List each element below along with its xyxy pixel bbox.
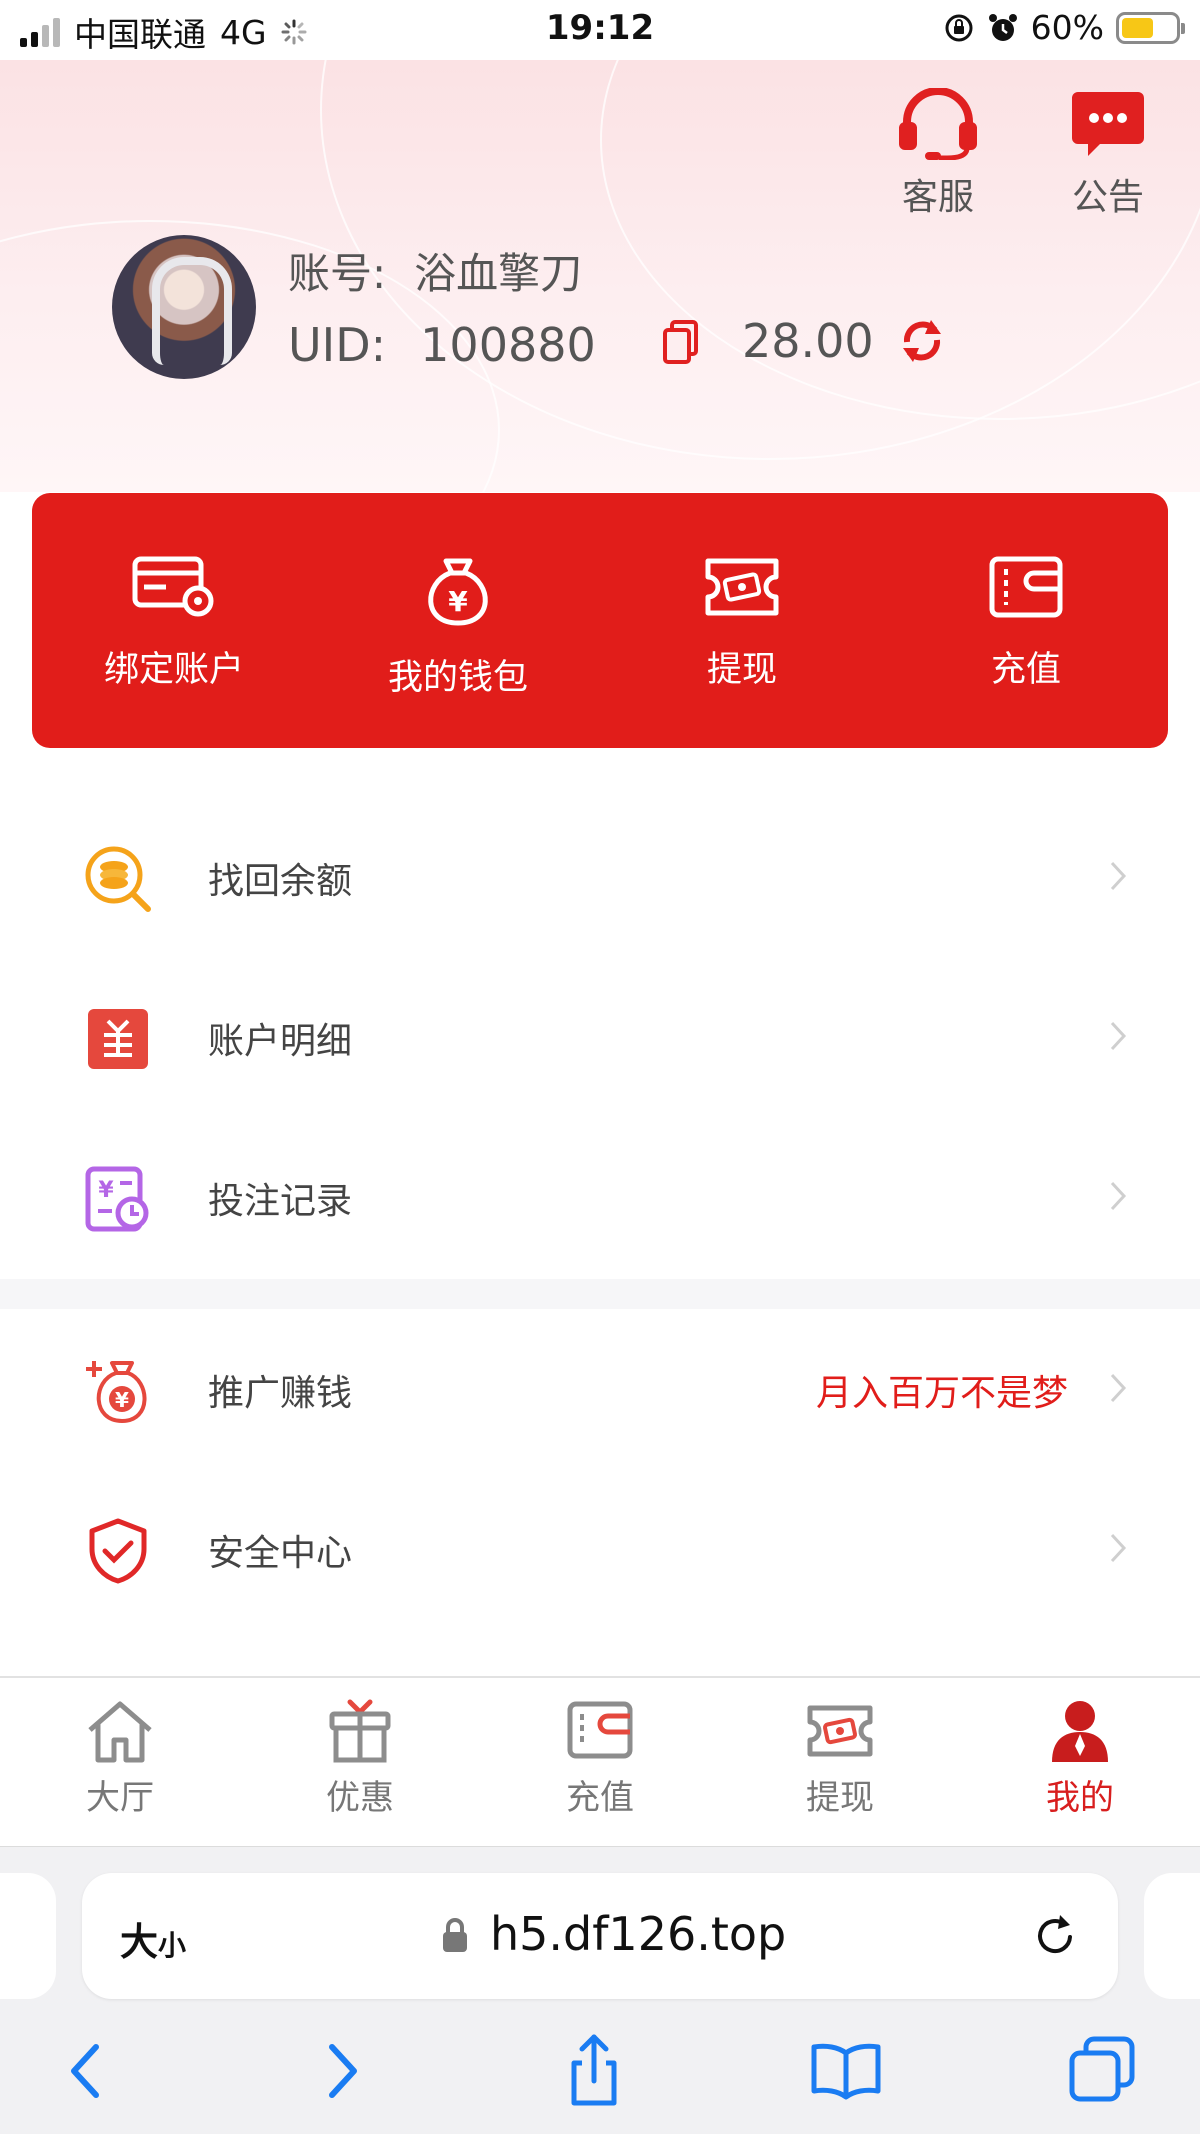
customer-service-label: 客服 [901,177,974,218]
previous-tab-preview[interactable] [0,1873,56,1999]
uid-row: UID: 100880 [288,318,596,372]
my-wallet-label: 我的钱包 [387,658,528,698]
nav-label: 我的 [1046,1778,1114,1818]
svg-text:¥: ¥ [115,1388,129,1412]
svg-text:¥: ¥ [448,585,468,618]
address-bar[interactable]: 大小 h5.df126.top [82,1873,1118,1999]
gift-icon [329,1699,391,1763]
headset-icon [899,87,977,161]
refresh-icon[interactable] [897,316,947,366]
status-bar: 中国联通 4G 19:12 60% [0,0,1200,60]
quick-actions-card: 绑定账户 ¥ 我的钱包 提现 充值 [32,493,1168,748]
section-divider [0,1279,1200,1309]
nav-item-lobby[interactable]: 大厅 [0,1678,240,1846]
browser-toolbar [0,2031,1200,2121]
battery-fill [1122,17,1153,38]
coin-search-icon [85,846,151,912]
my-wallet-button[interactable]: ¥ 我的钱包 [316,493,600,748]
text-size-large: 大 [120,1920,159,1964]
account-name: 浴血擎刀 [414,249,583,298]
money-bag-icon: ¥ [428,558,488,626]
chevron-right-icon [1110,861,1127,891]
bottom-nav: 大厅 优惠 充值 提现 我的 [0,1676,1200,1846]
shield-check-icon [89,1518,147,1584]
bookmarks-icon[interactable] [806,2031,886,2111]
forward-icon[interactable] [302,2031,382,2111]
chevron-right-icon [1110,1021,1127,1051]
alarm-icon [988,13,1017,41]
money-bag-plus-icon: ¥ [86,1361,147,1424]
nav-label: 大厅 [86,1778,154,1818]
nav-item-mine[interactable]: 我的 [960,1678,1200,1846]
balance-value: 28.00 [742,314,874,368]
next-tab-preview[interactable] [1144,1873,1200,1999]
chevron-right-icon [1110,1181,1127,1211]
reload-icon[interactable] [1030,1911,1080,1961]
bet-record-icon: ¥ [85,1166,149,1232]
wallet-icon [989,556,1063,618]
chat-bubble-icon [1072,92,1144,156]
menu-item-recover-balance[interactable]: 找回余额 [0,797,1200,957]
ticket-cash-icon [705,558,779,616]
menu-item-account-details[interactable]: 账户明细 [0,957,1200,1117]
svg-text:¥: ¥ [98,1178,114,1203]
withdraw-button[interactable]: 提现 [600,493,884,748]
text-size-small: 小 [158,1929,187,1962]
copy-icon[interactable] [660,318,704,368]
bind-account-button[interactable]: 绑定账户 [32,493,316,748]
menu-item-bet-records[interactable]: ¥ 投注记录 [0,1117,1200,1277]
bind-account-label: 绑定账户 [103,650,244,690]
chevron-right-icon [1110,1373,1127,1403]
tabs-icon[interactable] [1062,2031,1142,2111]
menu-label: 安全中心 [208,1533,353,1574]
customer-service-button[interactable]: 客服 [878,87,998,220]
wallet-icon [567,1701,633,1759]
share-icon[interactable] [554,2031,634,2111]
nav-label: 提现 [806,1778,874,1818]
home-icon [88,1701,152,1763]
promo-slogan: 月入百万不是梦 [815,1373,1068,1414]
notice-button[interactable]: 公告 [1048,88,1168,220]
nav-item-promotions[interactable]: 优惠 [240,1678,480,1846]
account-row: 账号: 浴血擎刀 [288,240,582,301]
nav-item-recharge[interactable]: 充值 [480,1678,720,1846]
menu-label: 推广赚钱 [208,1373,353,1414]
back-icon[interactable] [46,2031,126,2111]
ledger-icon [88,1009,148,1069]
battery-percent: 60% [1030,8,1104,47]
recharge-label: 充值 [990,650,1061,690]
menu-group-more: ¥ 推广赚钱 月入百万不是梦 安全中心 [0,1309,1200,1629]
uid-value: 100880 [420,318,596,372]
nav-item-withdraw[interactable]: 提现 [720,1678,960,1846]
menu-label: 投注记录 [208,1181,353,1222]
card-settings-icon [132,556,214,617]
browser-chrome: 大小 h5.df126.top [0,1846,1200,2134]
avatar[interactable] [112,235,256,379]
menu-label: 找回余额 [208,861,353,902]
withdraw-label: 提现 [706,650,777,690]
menu-label: 账户明细 [208,1021,353,1062]
lock-icon [443,1918,467,1952]
menu-group-account: 找回余额 账户明细 ¥ 投注记录 [0,797,1200,1277]
url-text: h5.df126.top [490,1907,787,1961]
recharge-button[interactable]: 充值 [884,493,1168,748]
nav-label: 充值 [566,1778,634,1818]
notice-label: 公告 [1071,177,1144,218]
chevron-right-icon [1110,1533,1127,1563]
account-label: 账号: [288,249,387,298]
menu-item-promote-earn[interactable]: ¥ 推广赚钱 月入百万不是梦 [0,1309,1200,1469]
status-right: 60% [943,8,1185,47]
profile-header: 客服 公告 账号: 浴血擎刀 UID: 100880 28.00 [0,60,1200,492]
text-size-button[interactable]: 大小 [120,1911,186,1966]
user-icon [1052,1701,1108,1762]
menu-item-security-center[interactable]: 安全中心 [0,1469,1200,1629]
uid-label: UID: [288,318,387,372]
ticket-cash-icon [807,1705,873,1757]
nav-label: 优惠 [326,1778,394,1818]
orientation-lock-icon [945,14,973,41]
battery-icon [1116,11,1185,44]
